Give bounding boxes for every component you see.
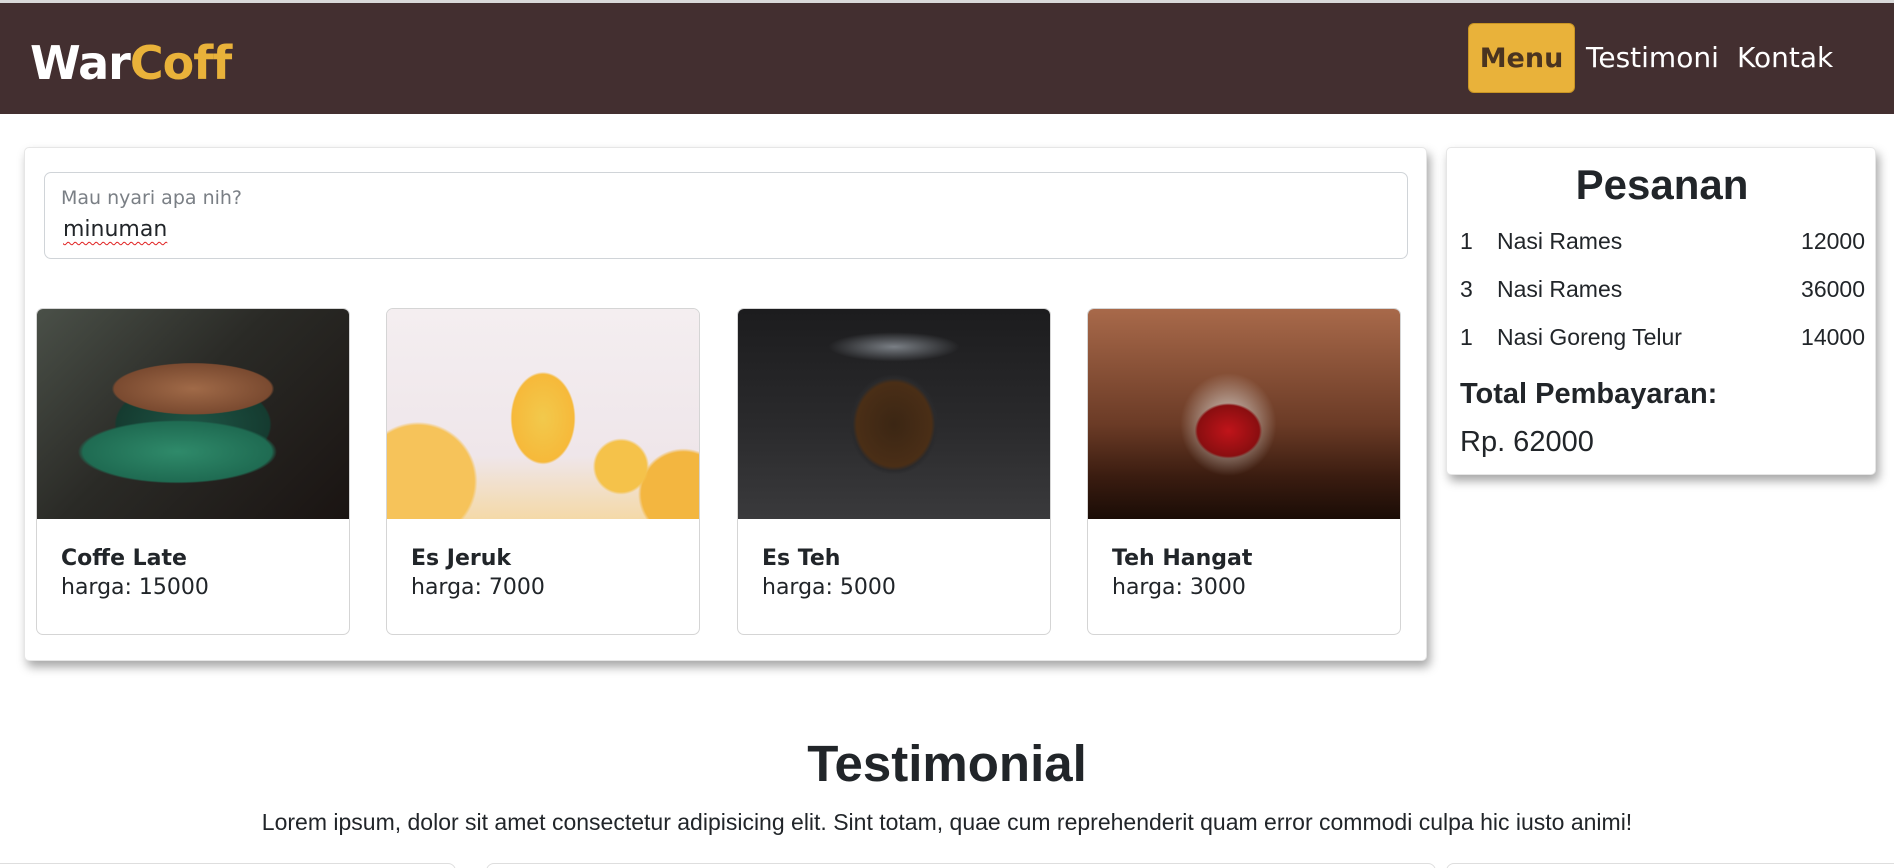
brand-part-coff: Coff	[129, 36, 232, 90]
search-value[interactable]: minuman	[63, 217, 167, 242]
order-row: 3 Nasi Rames 36000	[1460, 274, 1865, 304]
product-card[interactable]: Es Teh harga: 5000	[737, 308, 1051, 635]
order-row: 1 Nasi Goreng Telur 14000	[1460, 322, 1865, 352]
search-input[interactable]: Mau nyari apa nih? minuman	[44, 172, 1408, 259]
testimonial-card	[486, 863, 1436, 868]
order-panel: Pesanan 1 Nasi Rames 12000 3 Nasi Rames …	[1446, 147, 1876, 475]
testimonial-card	[1446, 863, 1894, 868]
order-item-name: Nasi Rames	[1497, 228, 1623, 254]
order-qty: 1	[1460, 228, 1473, 254]
nav-menu-button[interactable]: Menu	[1468, 23, 1575, 93]
product-name: Es Teh	[762, 546, 841, 571]
total-value: Rp. 62000	[1460, 426, 1594, 458]
hot-tea-image	[1088, 309, 1400, 519]
coffee-latte-image	[37, 309, 349, 519]
total-label: Total Pembayaran:	[1460, 378, 1718, 410]
product-price: harga: 15000	[61, 575, 209, 600]
testimonial-text: Lorem ipsum, dolor sit amet consectetur …	[261, 809, 1633, 835]
order-item-price: 12000	[1801, 228, 1865, 254]
iced-tea-image	[738, 309, 1050, 519]
product-price: harga: 5000	[762, 575, 896, 600]
nav-kontak-link[interactable]: Kontak	[1737, 41, 1833, 75]
order-item-price: 36000	[1801, 276, 1865, 302]
brand-logo[interactable]: WarCoff	[30, 35, 232, 91]
order-qty: 3	[1460, 276, 1473, 302]
product-card[interactable]: Teh Hangat harga: 3000	[1087, 308, 1401, 635]
order-item-name: Nasi Rames	[1497, 276, 1623, 302]
testimonial-title: Testimonial	[807, 735, 1087, 792]
order-item-price: 14000	[1801, 324, 1865, 350]
menu-panel: Mau nyari apa nih? minuman Coffe Late ha…	[24, 147, 1427, 661]
order-title: Pesanan	[1575, 161, 1749, 208]
testimonial-card	[0, 863, 456, 868]
product-name: Es Jeruk	[411, 546, 512, 571]
orange-juice-image	[387, 309, 699, 519]
product-name: Coffe Late	[61, 546, 187, 571]
navbar: WarCoff Menu Testimoni Kontak	[0, 3, 1894, 114]
product-card[interactable]: Es Jeruk harga: 7000	[386, 308, 700, 635]
product-name: Teh Hangat	[1112, 546, 1253, 571]
order-qty: 1	[1460, 324, 1473, 350]
search-floating-label: Mau nyari apa nih?	[61, 187, 243, 209]
order-row: 1 Nasi Rames 12000	[1460, 226, 1865, 256]
nav-testimoni-link[interactable]: Testimoni	[1586, 41, 1719, 75]
product-price: harga: 3000	[1112, 575, 1246, 600]
product-price: harga: 7000	[411, 575, 545, 600]
product-card[interactable]: Coffe Late harga: 15000	[36, 308, 350, 635]
order-item-name: Nasi Goreng Telur	[1497, 324, 1682, 350]
brand-part-war: War	[30, 36, 131, 90]
